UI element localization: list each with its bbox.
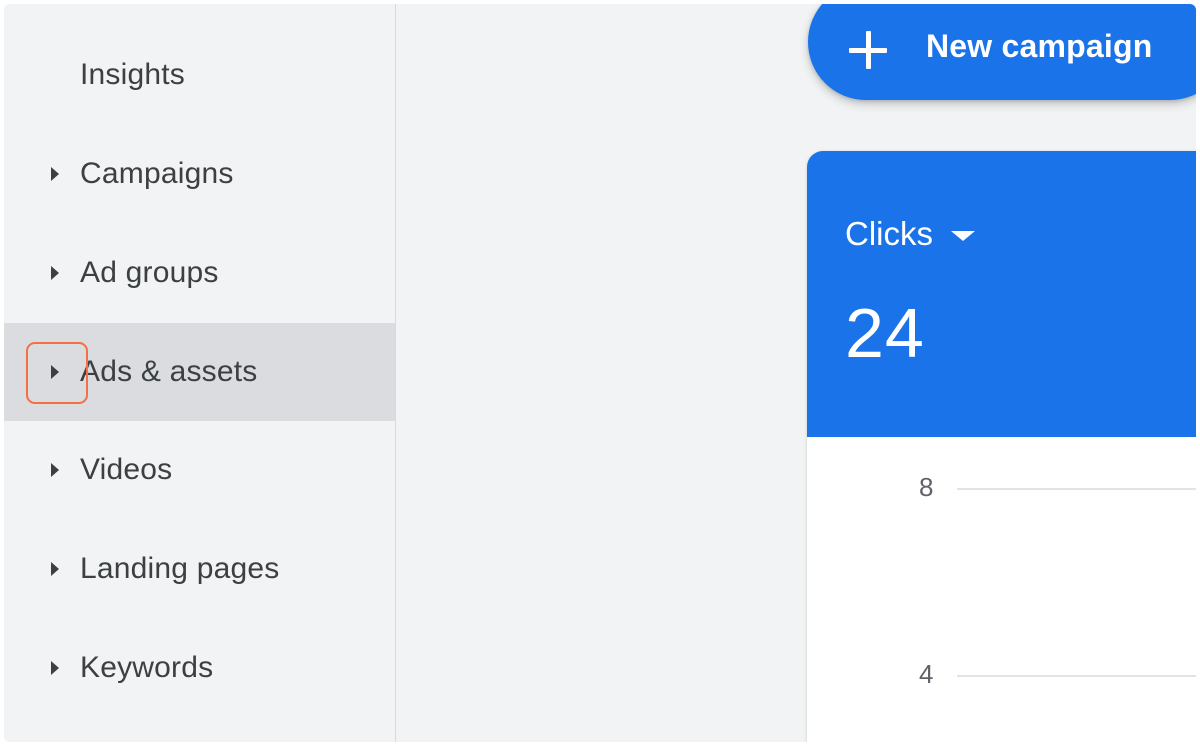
metric-value: 24 (845, 294, 925, 372)
expand-arrow-icon[interactable] (51, 562, 59, 576)
sidebar-item-label: Keywords (80, 651, 214, 684)
y-axis-tick-label: 4 (919, 659, 934, 689)
dropdown-caret-icon (951, 230, 975, 241)
sidebar-item-label: Landing pages (80, 552, 280, 585)
new-campaign-label: New campaign (926, 28, 1153, 64)
sidebar-item-label: Insights (80, 58, 185, 91)
expand-arrow-icon[interactable] (51, 167, 59, 181)
sidebar-item-ad-groups[interactable]: Ad groups (4, 224, 395, 322)
sidebar-item-campaigns[interactable]: Campaigns (4, 125, 395, 223)
sidebar-item-landing-pages[interactable]: Landing pages (4, 520, 395, 618)
metric-header: Clicks 24 (807, 151, 1196, 437)
metric-selector-dropdown[interactable]: Clicks (845, 215, 975, 253)
expand-arrow-icon[interactable] (51, 661, 59, 675)
sidebar-item-label: Ad groups (80, 256, 219, 289)
expand-arrow-icon[interactable] (51, 463, 59, 477)
plus-icon (846, 28, 890, 72)
y-axis-tick-label: 8 (919, 472, 934, 502)
sidebar-item-videos[interactable]: Videos (4, 421, 395, 519)
clicks-metric-card: Clicks 24 8 4 (807, 151, 1196, 742)
sidebar-item-insights[interactable]: Insights (4, 26, 395, 124)
new-campaign-button[interactable]: New campaign (808, 4, 1196, 100)
sidebar-item-label: Ads & assets (80, 355, 258, 388)
sidebar-item-keywords[interactable]: Keywords (4, 619, 395, 717)
chart-gridline (957, 675, 1196, 677)
metric-name: Clicks (845, 215, 933, 252)
sidebar-item-label: Campaigns (80, 157, 234, 190)
sidebar-item-ads-assets[interactable]: Ads & assets (4, 323, 395, 421)
sidebar-item-label: Videos (80, 453, 173, 486)
app-frame: Insights Campaigns Ad groups Ads & asset… (4, 4, 1196, 742)
chart-gridline (957, 488, 1196, 490)
expand-arrow-icon[interactable] (51, 365, 59, 379)
sidebar-nav: Insights Campaigns Ad groups Ads & asset… (4, 4, 395, 742)
expand-arrow-icon[interactable] (51, 266, 59, 280)
sidebar-divider (395, 4, 396, 742)
